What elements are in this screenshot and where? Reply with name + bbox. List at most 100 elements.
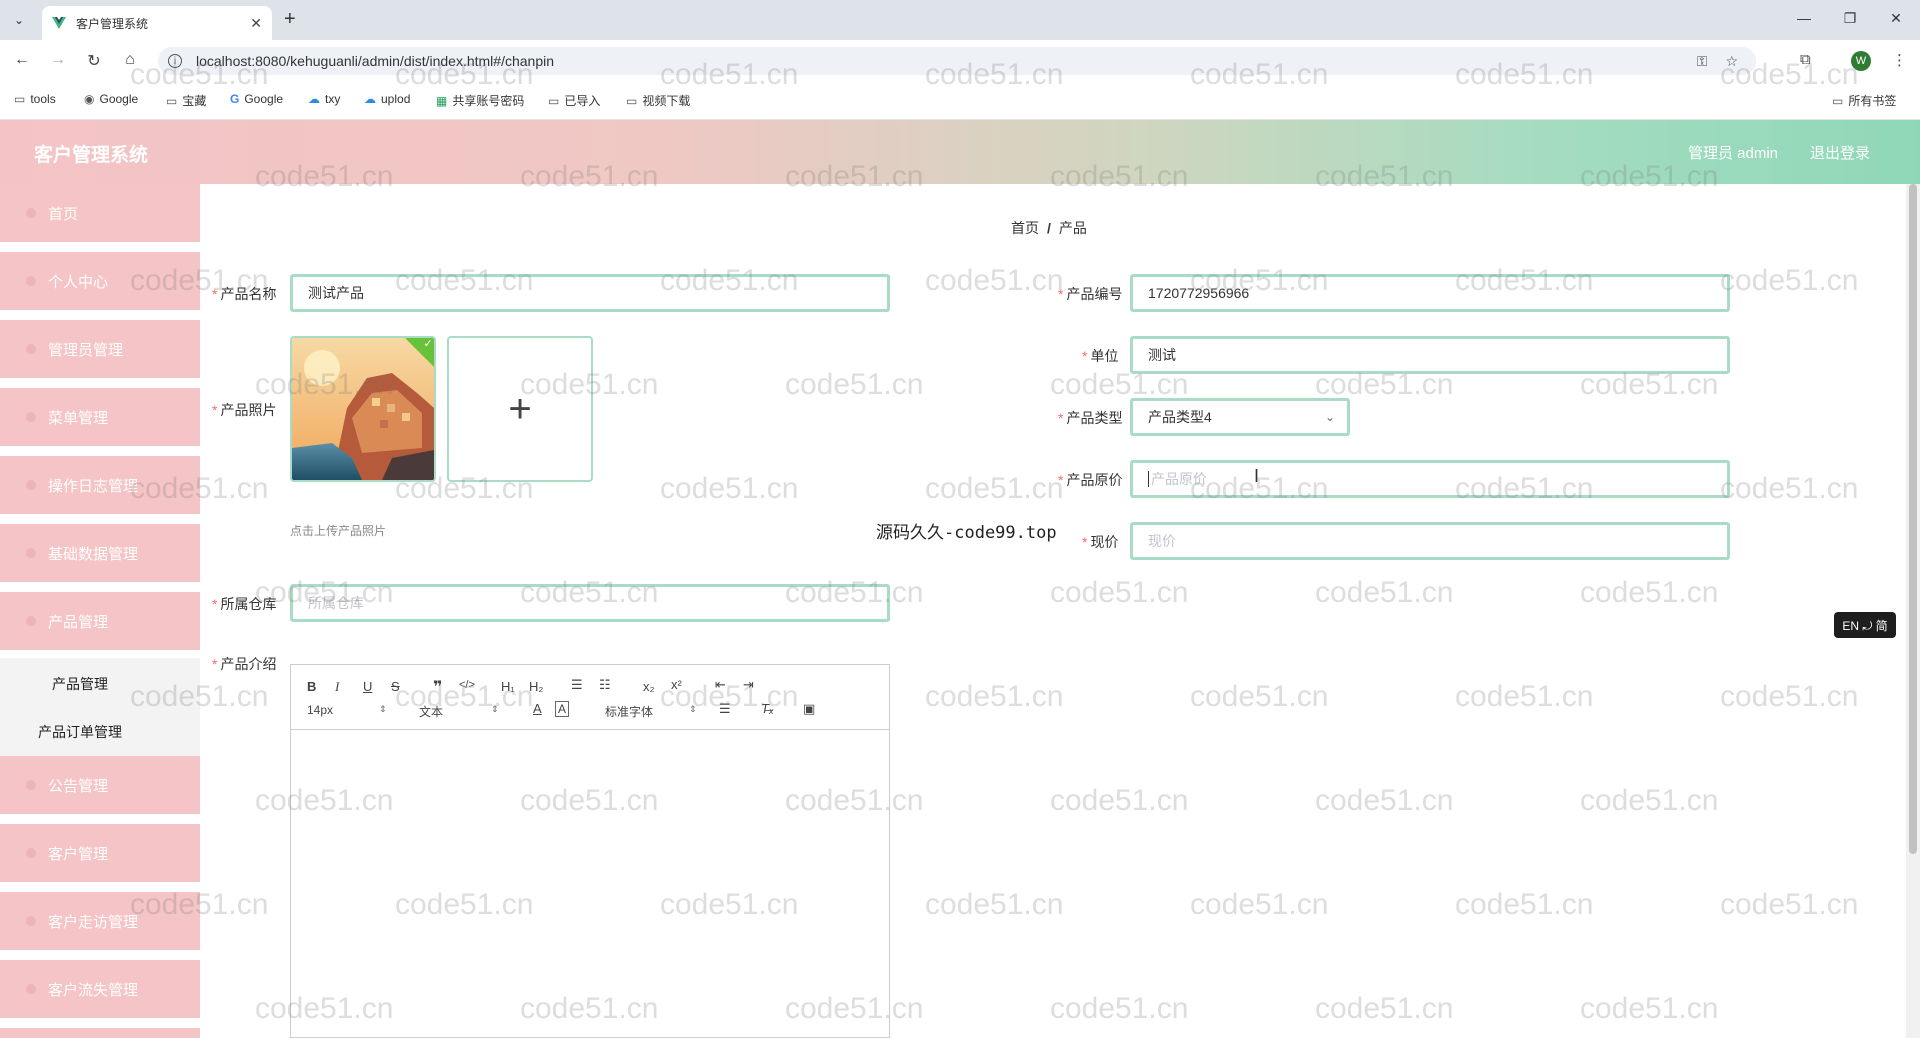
sidebar-submenu: 产品管理 产品订单管理	[0, 658, 200, 756]
browser-tab[interactable]: 客户管理系统 ✕	[42, 6, 272, 40]
sidebar: 首页 个人中心 管理员管理 菜单管理 操作日志管理 基础数据管理 产品管理 产品…	[0, 184, 200, 1038]
site-info-icon[interactable]: i	[168, 54, 182, 68]
bookmark-google-2[interactable]: G Google	[230, 92, 283, 106]
url-text[interactable]: localhost:8080/kehuguanli/admin/dist/ind…	[196, 53, 1697, 69]
sidebar-item-home[interactable]: 首页	[0, 184, 200, 245]
new-tab-icon[interactable]: +	[284, 8, 296, 31]
logout-button[interactable]: 退出登录	[1810, 142, 1870, 163]
breadcrumb-home[interactable]: 首页	[1011, 220, 1039, 236]
sidebar-item-churn[interactable]: 客户流失管理	[0, 960, 200, 1021]
bookmark-google[interactable]: ◉ Google	[84, 92, 138, 106]
superscript-icon[interactable]: x²	[671, 677, 682, 692]
menu-dot-icon	[26, 616, 36, 626]
minimize-icon[interactable]: —	[1794, 10, 1814, 26]
sidebar-item-basic-data[interactable]: 基础数据管理	[0, 524, 200, 585]
required-mark: *	[1082, 348, 1088, 364]
font-size-select[interactable]: 14px ⇕	[307, 703, 387, 717]
product-name-input[interactable]: 测试产品	[290, 274, 890, 312]
warehouse-input[interactable]: 所属仓库	[290, 584, 890, 622]
sidebar-subitem-product-orders[interactable]: 产品订单管理	[38, 722, 122, 742]
bookmark-video-download[interactable]: ▭ 视频下载	[626, 92, 690, 109]
folder-icon: ▭	[548, 93, 560, 108]
google-icon: G	[230, 92, 240, 106]
sidebar-item-admins[interactable]: 管理员管理	[0, 320, 200, 381]
menu-dot-icon	[26, 412, 36, 422]
extensions-icon[interactable]: ⧉	[1800, 51, 1811, 68]
header1-icon[interactable]: H₁	[501, 679, 515, 694]
cloud-icon: ☁	[308, 92, 320, 106]
current-price-input[interactable]: 现价	[1130, 522, 1730, 560]
tab-title: 客户管理系统	[76, 16, 149, 31]
menu-dot-icon	[26, 848, 36, 858]
indent-icon[interactable]: ⇥	[743, 677, 754, 693]
italic-icon[interactable]: I	[335, 679, 339, 695]
bookmark-star-icon[interactable]: ☆	[1725, 53, 1738, 70]
ordered-list-icon[interactable]: ☰	[571, 677, 583, 693]
profile-avatar[interactable]: W	[1851, 51, 1871, 71]
app-header: 客户管理系统 管理员 admin 退出登录	[0, 120, 1920, 184]
code-block-icon[interactable]: </>	[459, 679, 475, 691]
product-code-input[interactable]: 1720772956966	[1130, 274, 1730, 312]
required-mark: *	[1058, 410, 1064, 426]
font-family-select[interactable]: 标准字体 ⇕	[605, 703, 697, 720]
subscript-icon[interactable]: x₂	[643, 679, 655, 694]
product-photo-thumbnail[interactable]: ✓	[290, 336, 436, 482]
bullet-list-icon[interactable]: ☷	[599, 677, 611, 693]
bold-icon[interactable]: B	[307, 679, 316, 694]
menu-dot-icon	[26, 916, 36, 926]
underline-icon[interactable]: U	[363, 679, 372, 694]
app-title: 客户管理系统	[34, 145, 149, 166]
bookmark-txy[interactable]: ☁ txy	[308, 92, 340, 106]
align-icon[interactable]: ☰	[719, 701, 731, 717]
bookmark-tools[interactable]: ▭ tools	[14, 92, 56, 106]
vue-favicon-icon	[52, 17, 66, 29]
forward-icon[interactable]: →	[48, 51, 68, 69]
breadcrumb-separator: /	[1047, 220, 1051, 236]
unit-input[interactable]: 测试	[1130, 336, 1730, 374]
bookmarks-bar: ▭ tools ◉ Google ▭ 宝藏 G Google ☁ txy ☁ uplod ▦…	[0, 82, 1920, 120]
scrollbar-thumb[interactable]	[1909, 184, 1917, 854]
bookmark-treasure[interactable]: ▭ 宝藏	[166, 92, 206, 109]
strike-icon[interactable]: S	[391, 679, 400, 694]
restore-icon[interactable]: ❐	[1840, 10, 1860, 27]
sidebar-item-products[interactable]: 产品管理	[0, 592, 200, 653]
image-insert-icon[interactable]: ▣	[803, 701, 815, 717]
sidebar-item-logs[interactable]: 操作日志管理	[0, 456, 200, 517]
editor-content-area[interactable]	[291, 730, 889, 1038]
reload-icon[interactable]: ↻	[84, 51, 104, 71]
blockquote-icon[interactable]: ❞	[433, 677, 442, 697]
tab-close-icon[interactable]: ✕	[250, 15, 262, 32]
home-icon[interactable]: ⌂	[120, 51, 140, 69]
updown-icon: ⇕	[379, 704, 387, 714]
bookmark-imported[interactable]: ▭ 已导入	[548, 92, 600, 109]
clear-format-icon[interactable]: T̶ₓ	[761, 701, 774, 716]
address-bar[interactable]: i localhost:8080/kehuguanli/admin/dist/i…	[158, 47, 1756, 75]
bookmark-shared-accounts[interactable]: ▦ 共享账号密码	[436, 92, 524, 109]
sidebar-item-notices[interactable]: 公告管理	[0, 756, 200, 817]
sidebar-subitem-products[interactable]: 产品管理	[52, 674, 108, 694]
tab-search-icon[interactable]: ⌄	[8, 10, 30, 30]
page-scrollbar[interactable]	[1906, 184, 1920, 1038]
bookmark-uplod[interactable]: ☁ uplod	[364, 92, 410, 106]
sidebar-item-visits[interactable]: 客户走访管理	[0, 892, 200, 953]
required-mark: *	[1058, 286, 1064, 302]
language-toggle[interactable]: EN ⤾ 简	[1834, 612, 1896, 638]
upload-add-button[interactable]: +	[447, 336, 593, 482]
back-icon[interactable]: ←	[12, 51, 32, 69]
text-type-select[interactable]: 文本 ⇕	[419, 703, 499, 720]
header2-icon[interactable]: H₂	[529, 679, 543, 694]
sidebar-item-more[interactable]	[0, 1028, 200, 1038]
password-key-icon[interactable]: ⚿	[1697, 53, 1708, 70]
product-type-select[interactable]: 产品类型4 ⌄	[1130, 398, 1350, 436]
browser-menu-icon[interactable]: ⋮	[1892, 51, 1907, 69]
bookmark-all[interactable]: ▭ 所有书签	[1832, 92, 1896, 109]
sidebar-item-profile[interactable]: 个人中心	[0, 252, 200, 313]
background-color-icon[interactable]: A	[555, 701, 570, 717]
sidebar-item-menus[interactable]: 菜单管理	[0, 388, 200, 449]
original-price-input[interactable]: 产品原价	[1130, 460, 1730, 498]
font-color-icon[interactable]: A	[533, 701, 542, 716]
sidebar-item-customers[interactable]: 客户管理	[0, 824, 200, 885]
rich-text-editor: B I U S ❞ </> H₁ H₂ ☰ ☷ x₂ x² ⇤ ⇥ 14px ⇕ …	[290, 664, 890, 1038]
outdent-icon[interactable]: ⇤	[715, 677, 726, 693]
window-close-icon[interactable]: ✕	[1886, 10, 1906, 27]
